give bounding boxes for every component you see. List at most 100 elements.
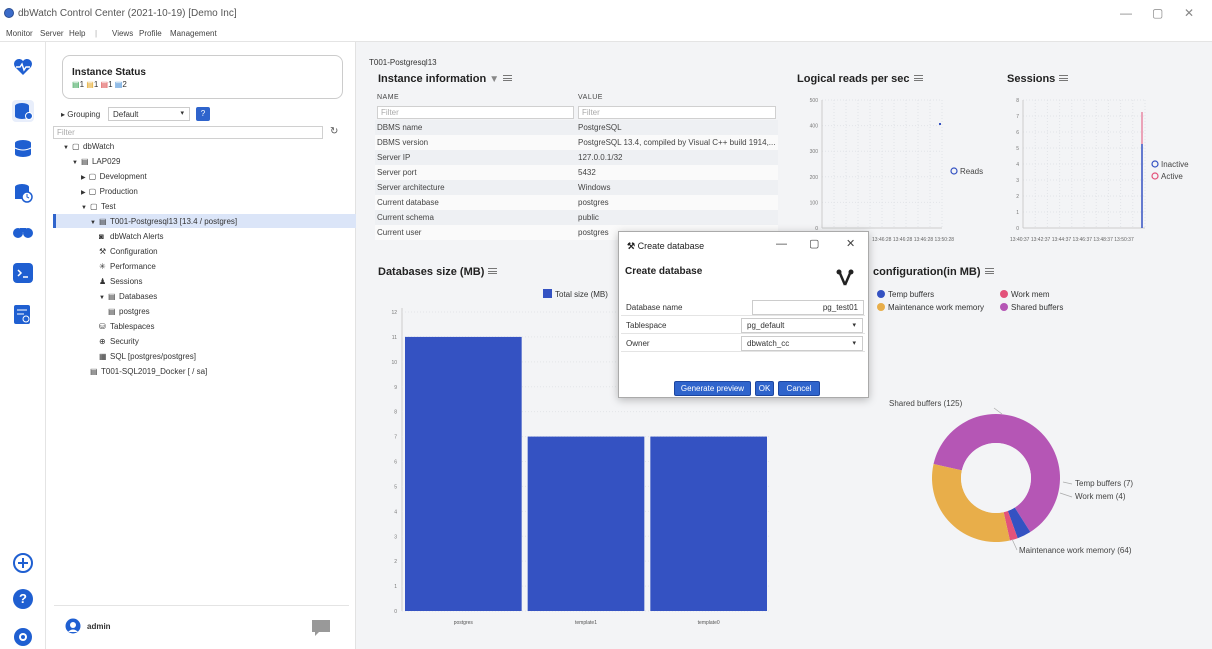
menu-icon[interactable] (503, 75, 513, 81)
tree-item[interactable]: ▼ ▤ Databases (99, 292, 157, 301)
database-name-label: Database name (626, 303, 683, 312)
tools-icon: ⚒ (99, 247, 107, 256)
tree-item[interactable]: ▼ ▢ Test (81, 202, 116, 211)
tree-item[interactable]: ◙ dbWatch Alerts (99, 232, 164, 241)
table-row[interactable]: Current schema public (375, 210, 778, 225)
y-tick-label: 100 (810, 200, 819, 206)
tree-item[interactable]: ▶ ▢ Development (81, 172, 147, 181)
y-tick-label: 6 (394, 460, 397, 466)
tree-filter-input[interactable]: Filter (53, 126, 323, 139)
tree-item[interactable]: ▶ ▢ Production (81, 187, 138, 196)
expand-toggle-icon[interactable]: ▶ (81, 189, 86, 196)
bar-template0[interactable] (650, 436, 767, 611)
instance-status-title: Instance Status (72, 67, 146, 78)
y-tick-label: 3 (1016, 178, 1019, 184)
name-filter-input[interactable]: Filter (377, 106, 574, 119)
instance-status-card[interactable]: Instance Status ▤1 ▤1 ▤1 ▤2 (62, 55, 343, 99)
folder-icon: ▢ (89, 202, 98, 211)
menu-icon[interactable] (913, 75, 923, 81)
table-row[interactable]: DBMS version PostgreSQL 13.4, compiled by… (375, 135, 778, 150)
ok-button[interactable]: OK (755, 381, 774, 396)
menu-server[interactable]: Server (40, 29, 64, 38)
expand-toggle-icon[interactable]: ▼ (99, 295, 105, 301)
tree-item[interactable]: ▤ postgres (108, 307, 150, 316)
menu-icon[interactable] (1059, 75, 1069, 81)
create-database-dialog: ⚒ Create database — ▢ ✕ Create database … (618, 231, 869, 398)
cancel-button[interactable]: Cancel (778, 381, 820, 396)
tree-item[interactable]: ♟ Sessions (99, 277, 142, 286)
col-header-name: NAME (377, 94, 400, 101)
menu-help[interactable]: Help (69, 29, 85, 38)
chat-icon[interactable] (311, 619, 331, 636)
tree-item-label: Configuration (110, 247, 158, 256)
maximize-button[interactable]: ▢ (1152, 6, 1163, 20)
refresh-icon[interactable]: ↻ (330, 126, 338, 137)
tree-item[interactable]: ⛁ Tablespaces (99, 322, 154, 331)
grouping-help-button[interactable]: ? (196, 107, 210, 121)
expand-toggle-icon[interactable]: ▼ (90, 220, 96, 226)
table-row[interactable]: Server IP 127.0.0.1/32 (375, 150, 778, 165)
binoculars-icon[interactable] (12, 220, 34, 242)
menu-monitor[interactable]: Monitor (6, 29, 33, 38)
report-icon[interactable] (12, 304, 34, 326)
minimize-button[interactable]: — (1120, 6, 1132, 20)
donut-data-label: Shared buffers (125) (889, 399, 963, 408)
donut-data-label: Maintenance work memory (64) (1019, 546, 1132, 555)
dialog-minimize-button[interactable]: — (776, 238, 787, 250)
table-row[interactable]: Current database postgres (375, 195, 778, 210)
svg-text:?: ? (19, 591, 27, 606)
tree-item[interactable]: ⊕ Security (99, 337, 139, 346)
generate-preview-button[interactable]: Generate preview (674, 381, 751, 396)
status-ok-count: 1 (79, 80, 85, 89)
filter-icon[interactable]: ▼ (489, 74, 499, 85)
table-row[interactable]: Server architecture Windows (375, 180, 778, 195)
database-clock-icon[interactable] (12, 182, 34, 204)
help-icon[interactable]: ? (12, 588, 34, 610)
value-filter-input[interactable]: Filter (578, 106, 776, 119)
menu-views[interactable]: Views (112, 29, 133, 38)
database-icon[interactable] (12, 100, 34, 122)
tree-item[interactable]: ▼ ▤ T001-Postgresql13 [13.4 / postgres] (90, 217, 237, 226)
expand-toggle-icon[interactable]: ▼ (72, 160, 78, 166)
tree-item[interactable]: ▼ ▢ dbWatch (63, 142, 114, 151)
terminal-icon[interactable] (12, 262, 34, 284)
expand-toggle-icon[interactable]: ▼ (81, 205, 87, 211)
tree-item[interactable]: ⚒ Configuration (99, 247, 158, 256)
mem-legend-1: Temp buffers (877, 290, 934, 299)
expand-toggle-icon[interactable]: ▼ (63, 145, 69, 151)
menu-management[interactable]: Management (170, 29, 217, 38)
grouping-select[interactable]: Default ▾ (108, 107, 190, 121)
menu-icon[interactable] (984, 268, 994, 274)
label-leader-line (1059, 492, 1073, 498)
username: admin (87, 622, 111, 631)
breadcrumb: T001-Postgresql13 (369, 58, 437, 67)
dialog-maximize-button[interactable]: ▢ (809, 237, 819, 250)
y-tick-label: 12 (391, 310, 397, 316)
owner-select[interactable]: dbwatch_cc ▾ (741, 336, 863, 351)
add-icon[interactable] (12, 552, 34, 574)
database-name-input[interactable]: pg_test01 (752, 300, 864, 315)
tree-item[interactable]: ▦ SQL [postgres/postgres] (99, 352, 196, 361)
bar-postgres[interactable] (405, 336, 522, 611)
tree-item[interactable]: ▼ ▤ LAP029 (72, 157, 120, 166)
menu-icon[interactable] (488, 268, 498, 274)
menu-bar: Monitor Server Help | Views Profile Mana… (0, 28, 1212, 42)
menu-profile[interactable]: Profile (139, 29, 162, 38)
tablespace-select[interactable]: pg_default ▾ (741, 318, 863, 333)
tree-item[interactable]: ✳ Performance (99, 262, 156, 271)
monitor-heart-icon[interactable] (12, 56, 34, 78)
status-alarm-icon: ▤ (100, 80, 109, 89)
close-button[interactable]: ✕ (1184, 6, 1194, 20)
tree-item-label: Tablespaces (110, 322, 155, 331)
info-name-cell: DBMS version (375, 135, 576, 150)
dialog-close-button[interactable]: ✕ (846, 237, 855, 250)
tree-item[interactable]: ▤ T001-SQL2019_Docker [ / sa] (90, 367, 207, 376)
table-row[interactable]: DBMS name PostgreSQL (375, 120, 778, 135)
table-row[interactable]: Server port 5432 (375, 165, 778, 180)
bar-template1[interactable] (527, 436, 645, 611)
mem-config-title-text: configuration(in MB) (873, 266, 981, 278)
database-cluster-icon[interactable] (12, 138, 34, 160)
user-avatar-icon (65, 618, 81, 634)
expand-toggle-icon[interactable]: ▶ (81, 174, 86, 181)
settings-gear-icon[interactable] (12, 626, 34, 648)
